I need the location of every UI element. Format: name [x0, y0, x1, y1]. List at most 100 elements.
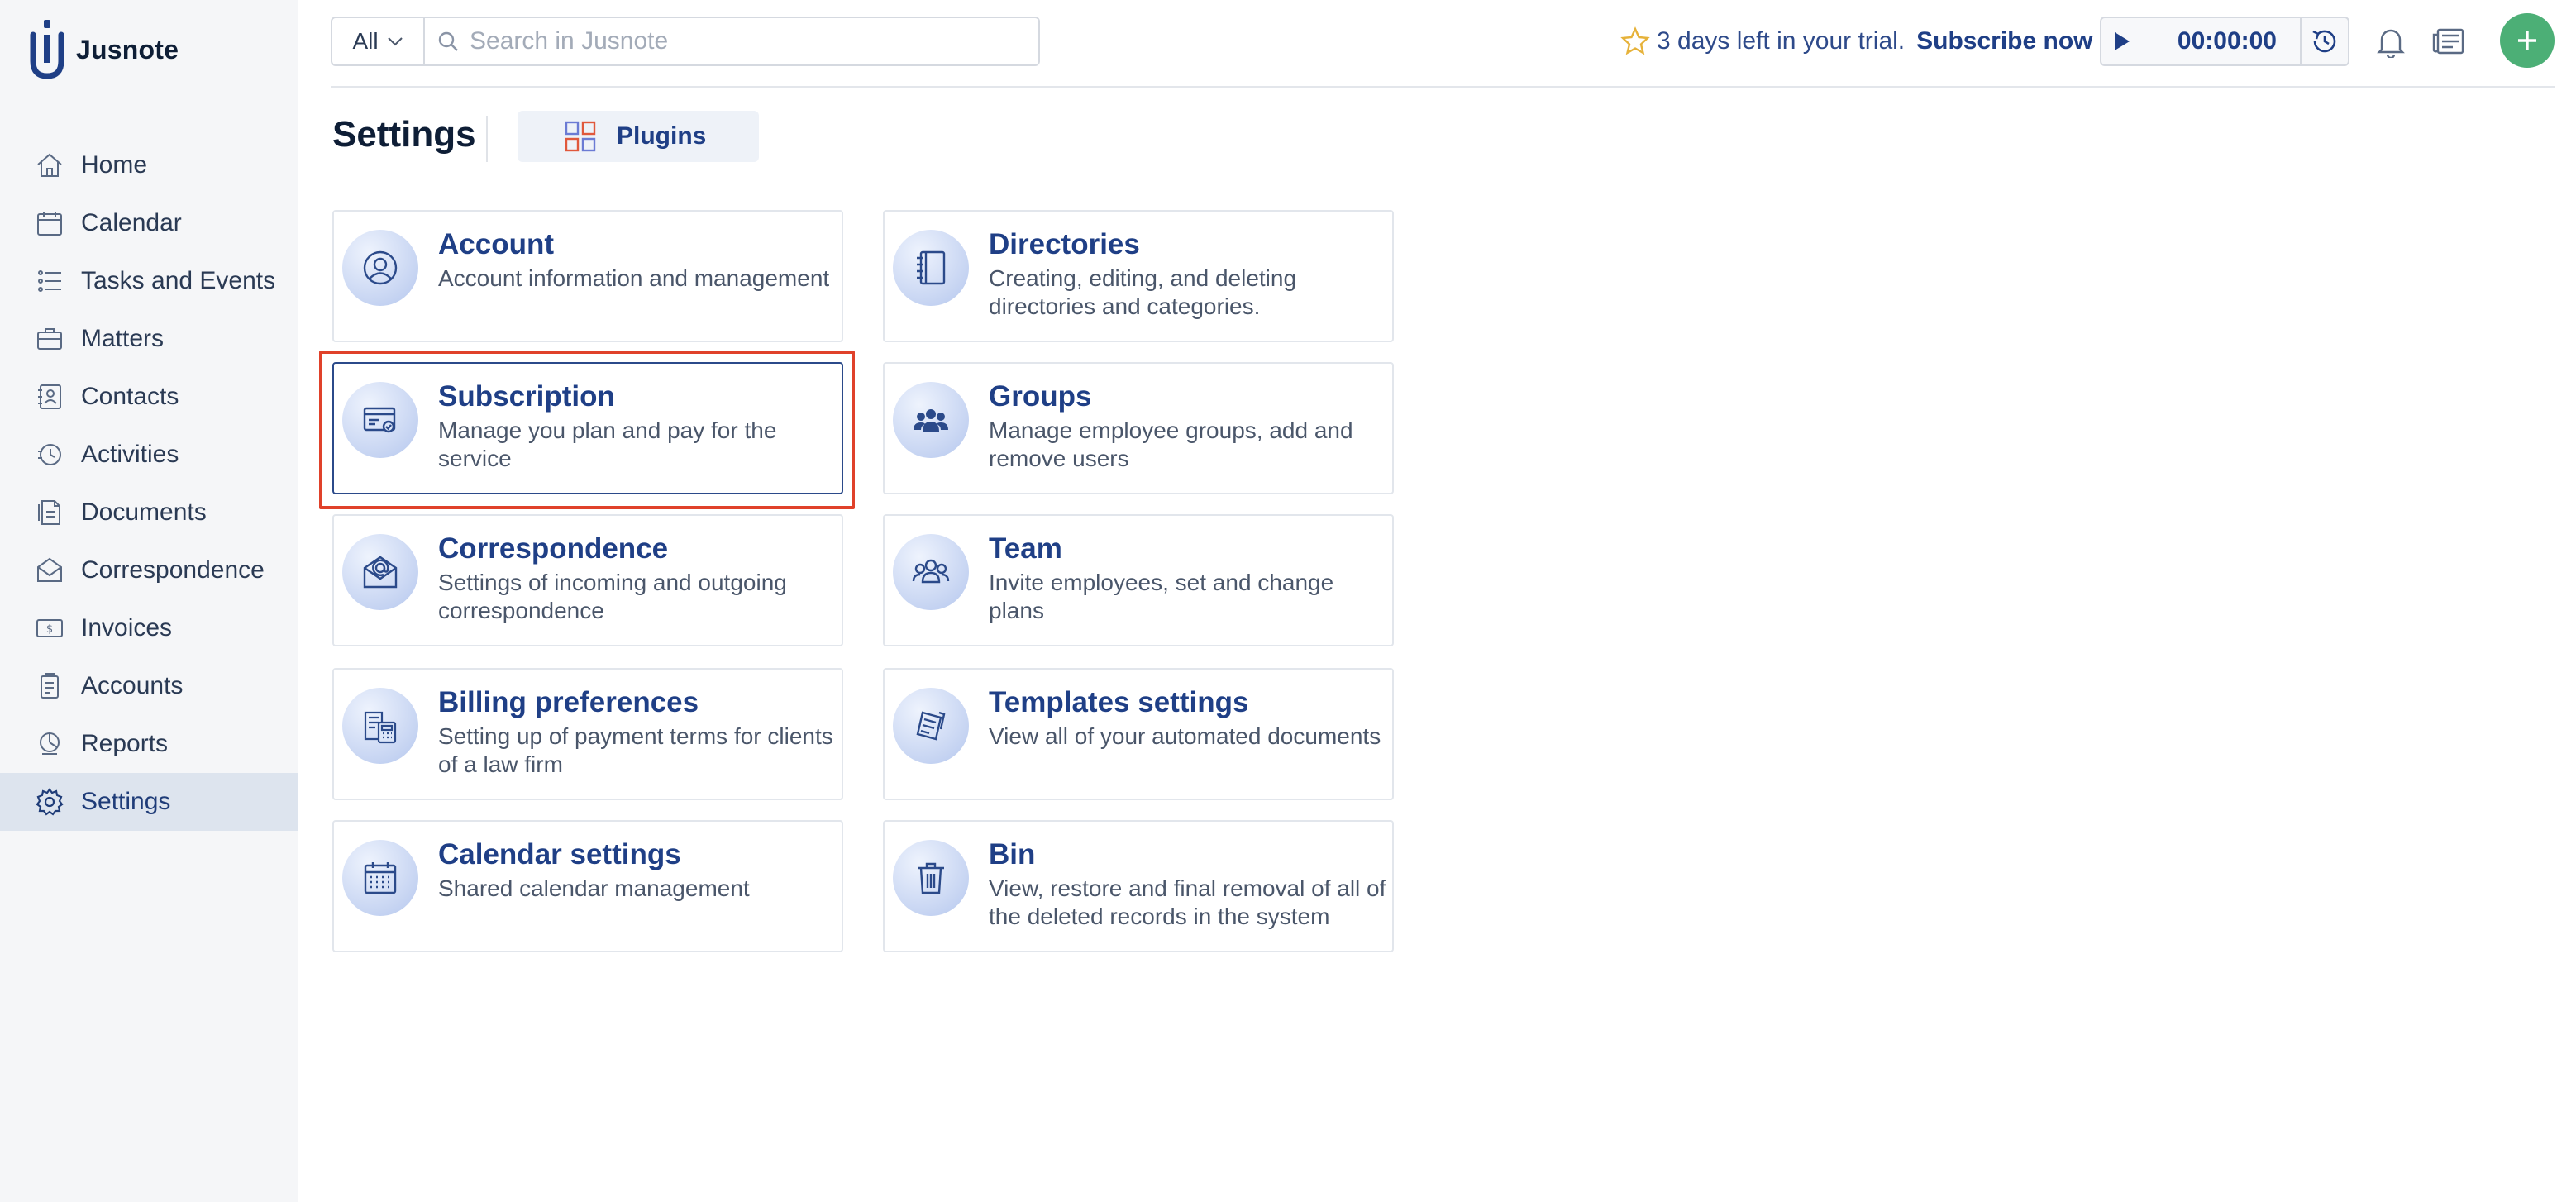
sidebar-item-label: Calendar	[81, 209, 182, 236]
settings-card-calendar-settings[interactable]: Calendar settings Shared calendar manage…	[332, 820, 843, 952]
card-title: Subscription	[438, 380, 615, 413]
bell-icon	[2377, 29, 2405, 58]
card-description: Shared calendar management	[438, 875, 750, 901]
jusnote-logo-icon	[30, 20, 64, 79]
team-icon	[893, 534, 969, 610]
card-title: Team	[989, 532, 1062, 565]
card-description: Settings of incoming and outgoing corres…	[438, 570, 787, 623]
top-bar: All 3 days left in your trial. Subscribe…	[331, 0, 2555, 88]
contacts-icon	[38, 384, 61, 409]
settings-card-bin[interactable]: Bin View, restore and final removal of a…	[883, 820, 1394, 952]
activities-icon	[38, 444, 61, 465]
sidebar-item-label: Matters	[81, 325, 165, 352]
sidebar-item-label: Home	[81, 151, 148, 179]
sidebar-item-accounts[interactable]: Accounts	[0, 657, 298, 715]
sidebar-item-label: Accounts	[81, 672, 184, 699]
sidebar-item-label: Settings	[81, 788, 171, 815]
documents-icon	[38, 500, 60, 525]
sidebar-item-label: Invoices	[81, 614, 173, 642]
sidebar-nav: Home Calendar Tasks and Events Matters C…	[0, 136, 298, 831]
card-title: Calendar settings	[438, 838, 681, 870]
notifications-button[interactable]	[2371, 21, 2411, 61]
trial-text: 3 days left in your trial.	[1657, 27, 1906, 55]
sidebar-item-label: Documents	[81, 498, 207, 526]
sidebar-item-label: Correspondence	[81, 556, 265, 584]
chevron-down-icon	[387, 37, 403, 46]
timer-history-button[interactable]	[2300, 18, 2348, 64]
play-icon	[2115, 32, 2130, 50]
sidebar-item-label: Reports	[81, 730, 169, 757]
home-icon	[37, 153, 62, 177]
card-description: View, restore and final removal of all o…	[989, 875, 1386, 929]
news-button[interactable]	[2429, 21, 2469, 61]
sidebar-item-home[interactable]: Home	[0, 136, 298, 194]
tab-plugins-label: Plugins	[617, 122, 707, 150]
app-logo[interactable]: Jusnote	[30, 18, 179, 81]
settings-card-subscription[interactable]: Subscription Manage you plan and pay for…	[332, 362, 843, 494]
sidebar-item-matters[interactable]: Matters	[0, 310, 298, 368]
sidebar-item-activities[interactable]: Activities	[0, 426, 298, 484]
title-divider	[486, 116, 488, 162]
card-title: Billing preferences	[438, 686, 699, 718]
card-description: Creating, editing, and deleting director…	[989, 265, 1297, 319]
settings-card-templates-settings[interactable]: Templates settings View all of your auto…	[883, 668, 1394, 800]
card-title: Directories	[989, 228, 1140, 260]
settings-icon	[36, 788, 64, 816]
search-filter-value: All	[352, 28, 379, 54]
calendar-icon	[37, 212, 62, 236]
page-title: Settings	[332, 114, 476, 155]
svg-text:$: $	[46, 623, 53, 636]
sidebar: Jusnote Home Calendar Tasks and Events M…	[0, 0, 298, 1202]
add-new-button[interactable]	[2500, 13, 2555, 68]
search-input[interactable]	[470, 27, 999, 55]
settings-card-directories[interactable]: Directories Creating, editing, and delet…	[883, 210, 1394, 342]
card-description: Manage you plan and pay for the service	[438, 417, 777, 471]
reports-icon	[40, 732, 60, 755]
card-description: Invite employees, set and change plans	[989, 570, 1334, 623]
card-description: View all of your automated documents	[989, 723, 1381, 749]
sidebar-item-label: Activities	[81, 441, 179, 468]
tasks-icon	[38, 270, 61, 292]
sidebar-item-tasks-and-events[interactable]: Tasks and Events	[0, 252, 298, 310]
sidebar-item-invoices[interactable]: $ Invoices	[0, 599, 298, 657]
accounts-icon	[41, 673, 59, 699]
card-description: Manage employee groups, add and remove u…	[989, 417, 1353, 471]
settings-card-account[interactable]: Account Account information and manageme…	[332, 210, 843, 342]
sidebar-item-settings[interactable]: Settings	[0, 773, 298, 831]
sidebar-item-documents[interactable]: Documents	[0, 484, 298, 541]
account-icon	[342, 230, 418, 306]
settings-card-team[interactable]: Team Invite employees, set and change pl…	[883, 514, 1394, 646]
sidebar-item-calendar[interactable]: Calendar	[0, 194, 298, 252]
search-icon	[438, 31, 458, 51]
search-filter-select[interactable]: All	[331, 17, 425, 66]
trash-bin-icon	[893, 840, 969, 916]
timer-play-button[interactable]	[2101, 18, 2143, 64]
sidebar-item-label: Tasks and Events	[81, 267, 276, 294]
correspondence-icon	[37, 557, 62, 582]
settings-card-groups[interactable]: Groups Manage employee groups, add and r…	[883, 362, 1394, 494]
card-title: Templates settings	[989, 686, 1249, 718]
app-name: Jusnote	[76, 34, 179, 64]
subscribe-now-link[interactable]: Subscribe now	[1916, 27, 2092, 55]
plugins-grid-icon	[565, 121, 596, 152]
subscription-card-icon	[342, 382, 418, 458]
sidebar-item-label: Contacts	[81, 383, 179, 410]
history-clock-icon	[2312, 30, 2336, 53]
star-icon	[1620, 26, 1650, 55]
invoices-icon: $	[36, 619, 63, 637]
settings-card-billing-preferences[interactable]: Billing preferences Setting up of paymen…	[332, 668, 843, 800]
card-title: Account	[438, 228, 554, 260]
directories-icon	[893, 230, 969, 306]
search-box	[423, 17, 1040, 66]
sidebar-item-contacts[interactable]: Contacts	[0, 368, 298, 426]
templates-icon	[893, 688, 969, 764]
sidebar-item-reports[interactable]: Reports	[0, 715, 298, 773]
calendar-grid-icon	[342, 840, 418, 916]
sidebar-item-correspondence[interactable]: Correspondence	[0, 541, 298, 599]
card-description: Account information and management	[438, 265, 830, 291]
newspaper-icon	[2432, 28, 2464, 55]
correspondence-envelope-icon	[342, 534, 418, 610]
timer-value: 00:00:00	[2177, 27, 2277, 55]
tab-plugins[interactable]: Plugins	[518, 111, 759, 162]
settings-card-correspondence[interactable]: Correspondence Settings of incoming and …	[332, 514, 843, 646]
